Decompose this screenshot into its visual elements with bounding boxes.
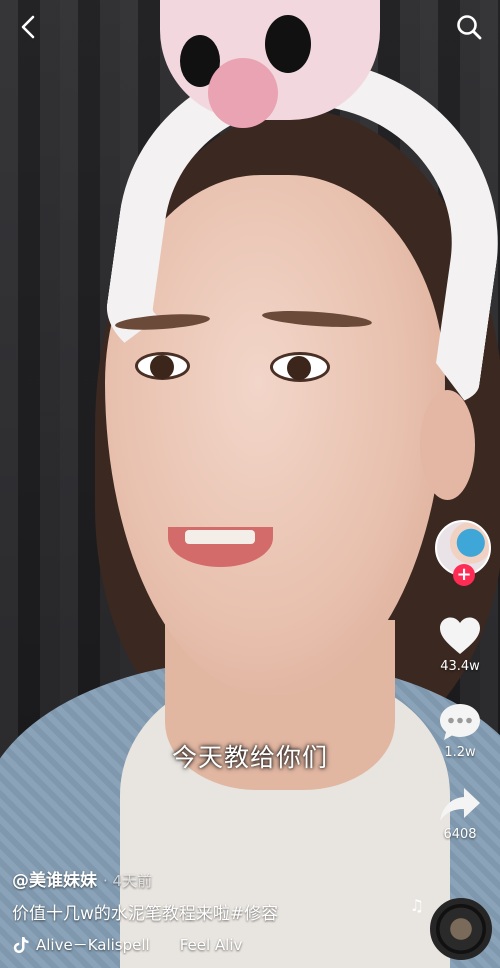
music-note-icon: ♫ <box>409 896 424 915</box>
share-count: 6408 <box>443 827 477 842</box>
follow-button[interactable]: + <box>453 564 475 586</box>
search-icon <box>457 15 482 40</box>
tiktok-logo-icon <box>13 936 29 953</box>
author-line: @美谁妹妹 · 4天前 <box>12 866 412 891</box>
top-bar <box>0 0 500 60</box>
like-count: 43.4w <box>440 659 480 674</box>
creator-avatar-group: + <box>435 520 495 586</box>
heart-icon <box>440 617 480 654</box>
comment-bubble-icon <box>440 704 480 740</box>
share-button[interactable]: 6408 <box>420 786 500 842</box>
search-button[interactable] <box>452 10 486 44</box>
music-track-scroll: Feel Aliv <box>179 935 243 954</box>
author-name[interactable]: @美谁妹妹 <box>12 871 97 891</box>
teeth <box>185 530 255 544</box>
pupil-left <box>150 355 174 379</box>
back-button[interactable] <box>12 10 46 44</box>
pupil-right <box>287 356 311 380</box>
video-subtitle: 今天教给你们 <box>171 743 328 772</box>
video-description[interactable]: 价值十几w的水泥笔教程来啦#修容 <box>12 899 412 924</box>
like-button[interactable]: 43.4w <box>420 616 500 674</box>
share-arrow-icon <box>440 788 480 821</box>
plush-nose <box>208 58 278 128</box>
music-track: Alive－Kalispell <box>36 936 150 954</box>
music-info[interactable]: Alive－Kalispell Feel Aliv <box>12 934 392 955</box>
caption-area: @美谁妹妹 · 4天前 价值十几w的水泥笔教程来啦#修容 <box>12 866 412 924</box>
post-time: · 4天前 <box>103 872 153 890</box>
music-disc[interactable] <box>430 898 492 960</box>
chevron-left-icon <box>21 15 35 39</box>
